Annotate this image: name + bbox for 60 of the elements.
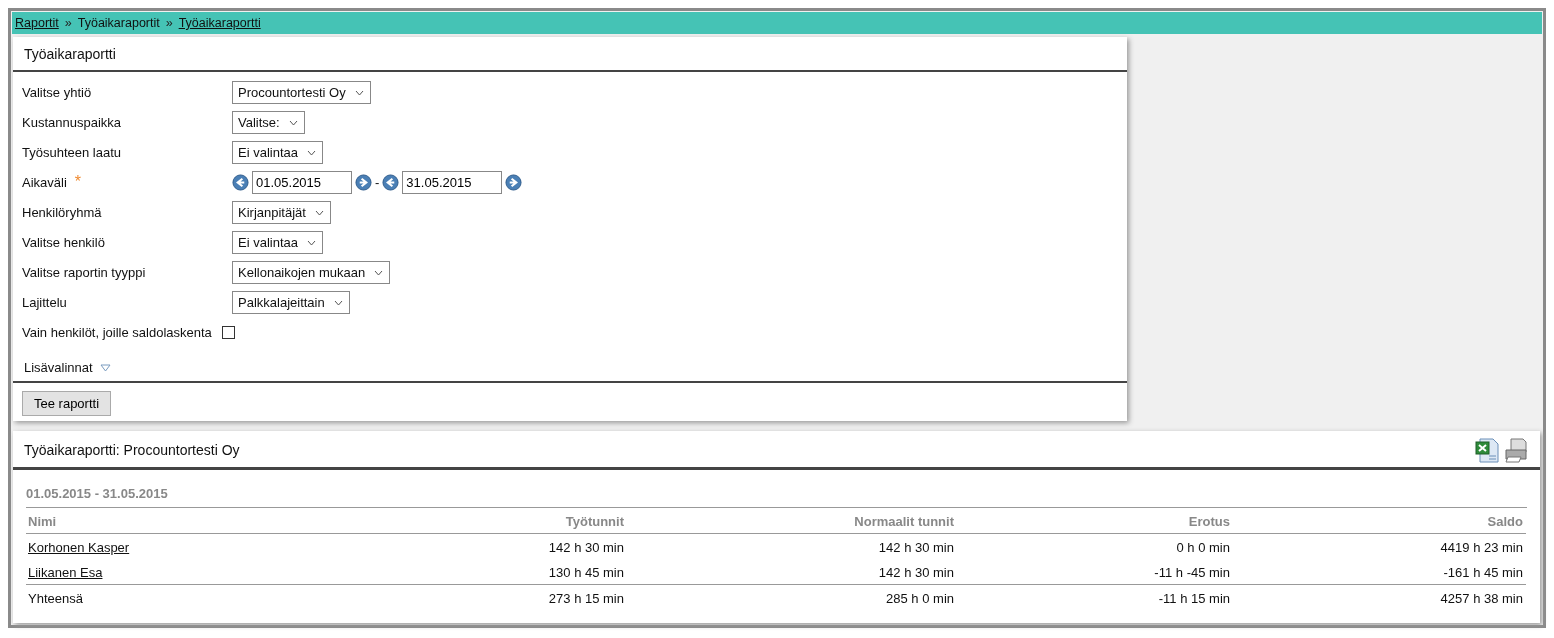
- range-separator: -: [375, 174, 380, 190]
- field-label: Vain henkilöt, joille saldolaskenta: [22, 324, 212, 340]
- caret-icon: [288, 119, 298, 126]
- breadcrumb-item: Työaikaraportit: [77, 16, 160, 30]
- field-label: Valitse yhtiö: [22, 84, 92, 100]
- breadcrumb-link[interactable]: Työaikaraportti: [178, 16, 261, 30]
- table-cell: 273 h 15 min: [406, 584, 627, 610]
- field-label: Valitse henkilö: [22, 234, 105, 250]
- field-label: Kustannuspaikka: [22, 114, 121, 130]
- date-field[interactable]: 31.05.2015: [402, 170, 503, 194]
- table-cell: 285 h 0 min: [627, 584, 957, 610]
- table-cell-text: 142 h 30 min: [877, 564, 955, 582]
- dropdown[interactable]: Procountortesti Oy: [232, 80, 371, 104]
- caret-icon: [354, 89, 364, 96]
- dropdown[interactable]: Kellonaikojen mukaan: [232, 260, 391, 284]
- person-link[interactable]: Liikanen Esa: [28, 565, 103, 580]
- checkbox[interactable]: [221, 325, 235, 339]
- column-header: Normaalit tunnit: [627, 508, 957, 534]
- panel-title: Työaikaraportti: Procountortesti Oy: [24, 442, 240, 458]
- dropdown[interactable]: Valitse:: [232, 110, 305, 134]
- table-cell-text: 142 h 30 min: [547, 539, 625, 557]
- breadcrumb-separator: »: [64, 16, 72, 30]
- caret-icon: [307, 149, 316, 156]
- table-cell-text: 130 h 45 min: [547, 564, 625, 582]
- caret-icon: [374, 269, 384, 276]
- field-label: Valitse raportin tyyppi: [22, 264, 146, 280]
- table-cell-text: 142 h 30 min: [877, 539, 955, 557]
- field-label: Lajittelu: [22, 294, 67, 310]
- breadcrumb-separator: »: [165, 16, 173, 30]
- field-label: Henkilöryhmä: [22, 204, 102, 220]
- submit-button[interactable]: Tee raportti: [22, 391, 112, 416]
- required-marker: *: [74, 173, 82, 190]
- column-header: Nimi: [26, 508, 406, 534]
- caret-icon: [333, 299, 343, 306]
- expander-link[interactable]: Lisävalinnat: [24, 360, 93, 375]
- caret-icon: [307, 239, 316, 246]
- column-header: Työtunnit: [406, 508, 627, 534]
- table-cell-text: 0 h 0 min: [1175, 539, 1231, 557]
- table-cell-text: -161 h 45 min: [1442, 564, 1524, 582]
- column-header: Saldo: [1233, 508, 1526, 534]
- table-cell: -11 h 15 min: [957, 584, 1233, 610]
- field-label: Aikaväli: [22, 175, 67, 190]
- table-cell: 4257 h 38 min: [1233, 584, 1526, 610]
- date-field[interactable]: 01.05.2015: [252, 170, 352, 194]
- field-label: Työsuhteen laatu: [22, 144, 122, 160]
- date-range-heading: 01.05.2015 - 31.05.2015: [26, 486, 1527, 508]
- person-link[interactable]: Korhonen Kasper: [28, 540, 130, 555]
- dropdown[interactable]: Kirjanpitäjät: [232, 200, 331, 224]
- printer-icon[interactable]: [1503, 437, 1529, 463]
- dropdown[interactable]: Ei valintaa: [232, 140, 323, 164]
- spreadsheet-icon[interactable]: [1474, 437, 1500, 463]
- table-cell-text: -11 h -45 min: [1153, 564, 1231, 582]
- table-cell-text: 4419 h 23 min: [1439, 539, 1524, 557]
- panel-title: Työaikaraportti: [13, 37, 1127, 72]
- breadcrumb-link[interactable]: Raportit: [15, 16, 59, 30]
- column-header: Erotus: [957, 508, 1233, 534]
- caret-icon: [314, 209, 324, 216]
- dropdown[interactable]: Ei valintaa: [232, 230, 323, 254]
- dropdown[interactable]: Palkkalajeittain: [232, 290, 350, 314]
- table-cell: Yhteensä: [26, 584, 406, 610]
